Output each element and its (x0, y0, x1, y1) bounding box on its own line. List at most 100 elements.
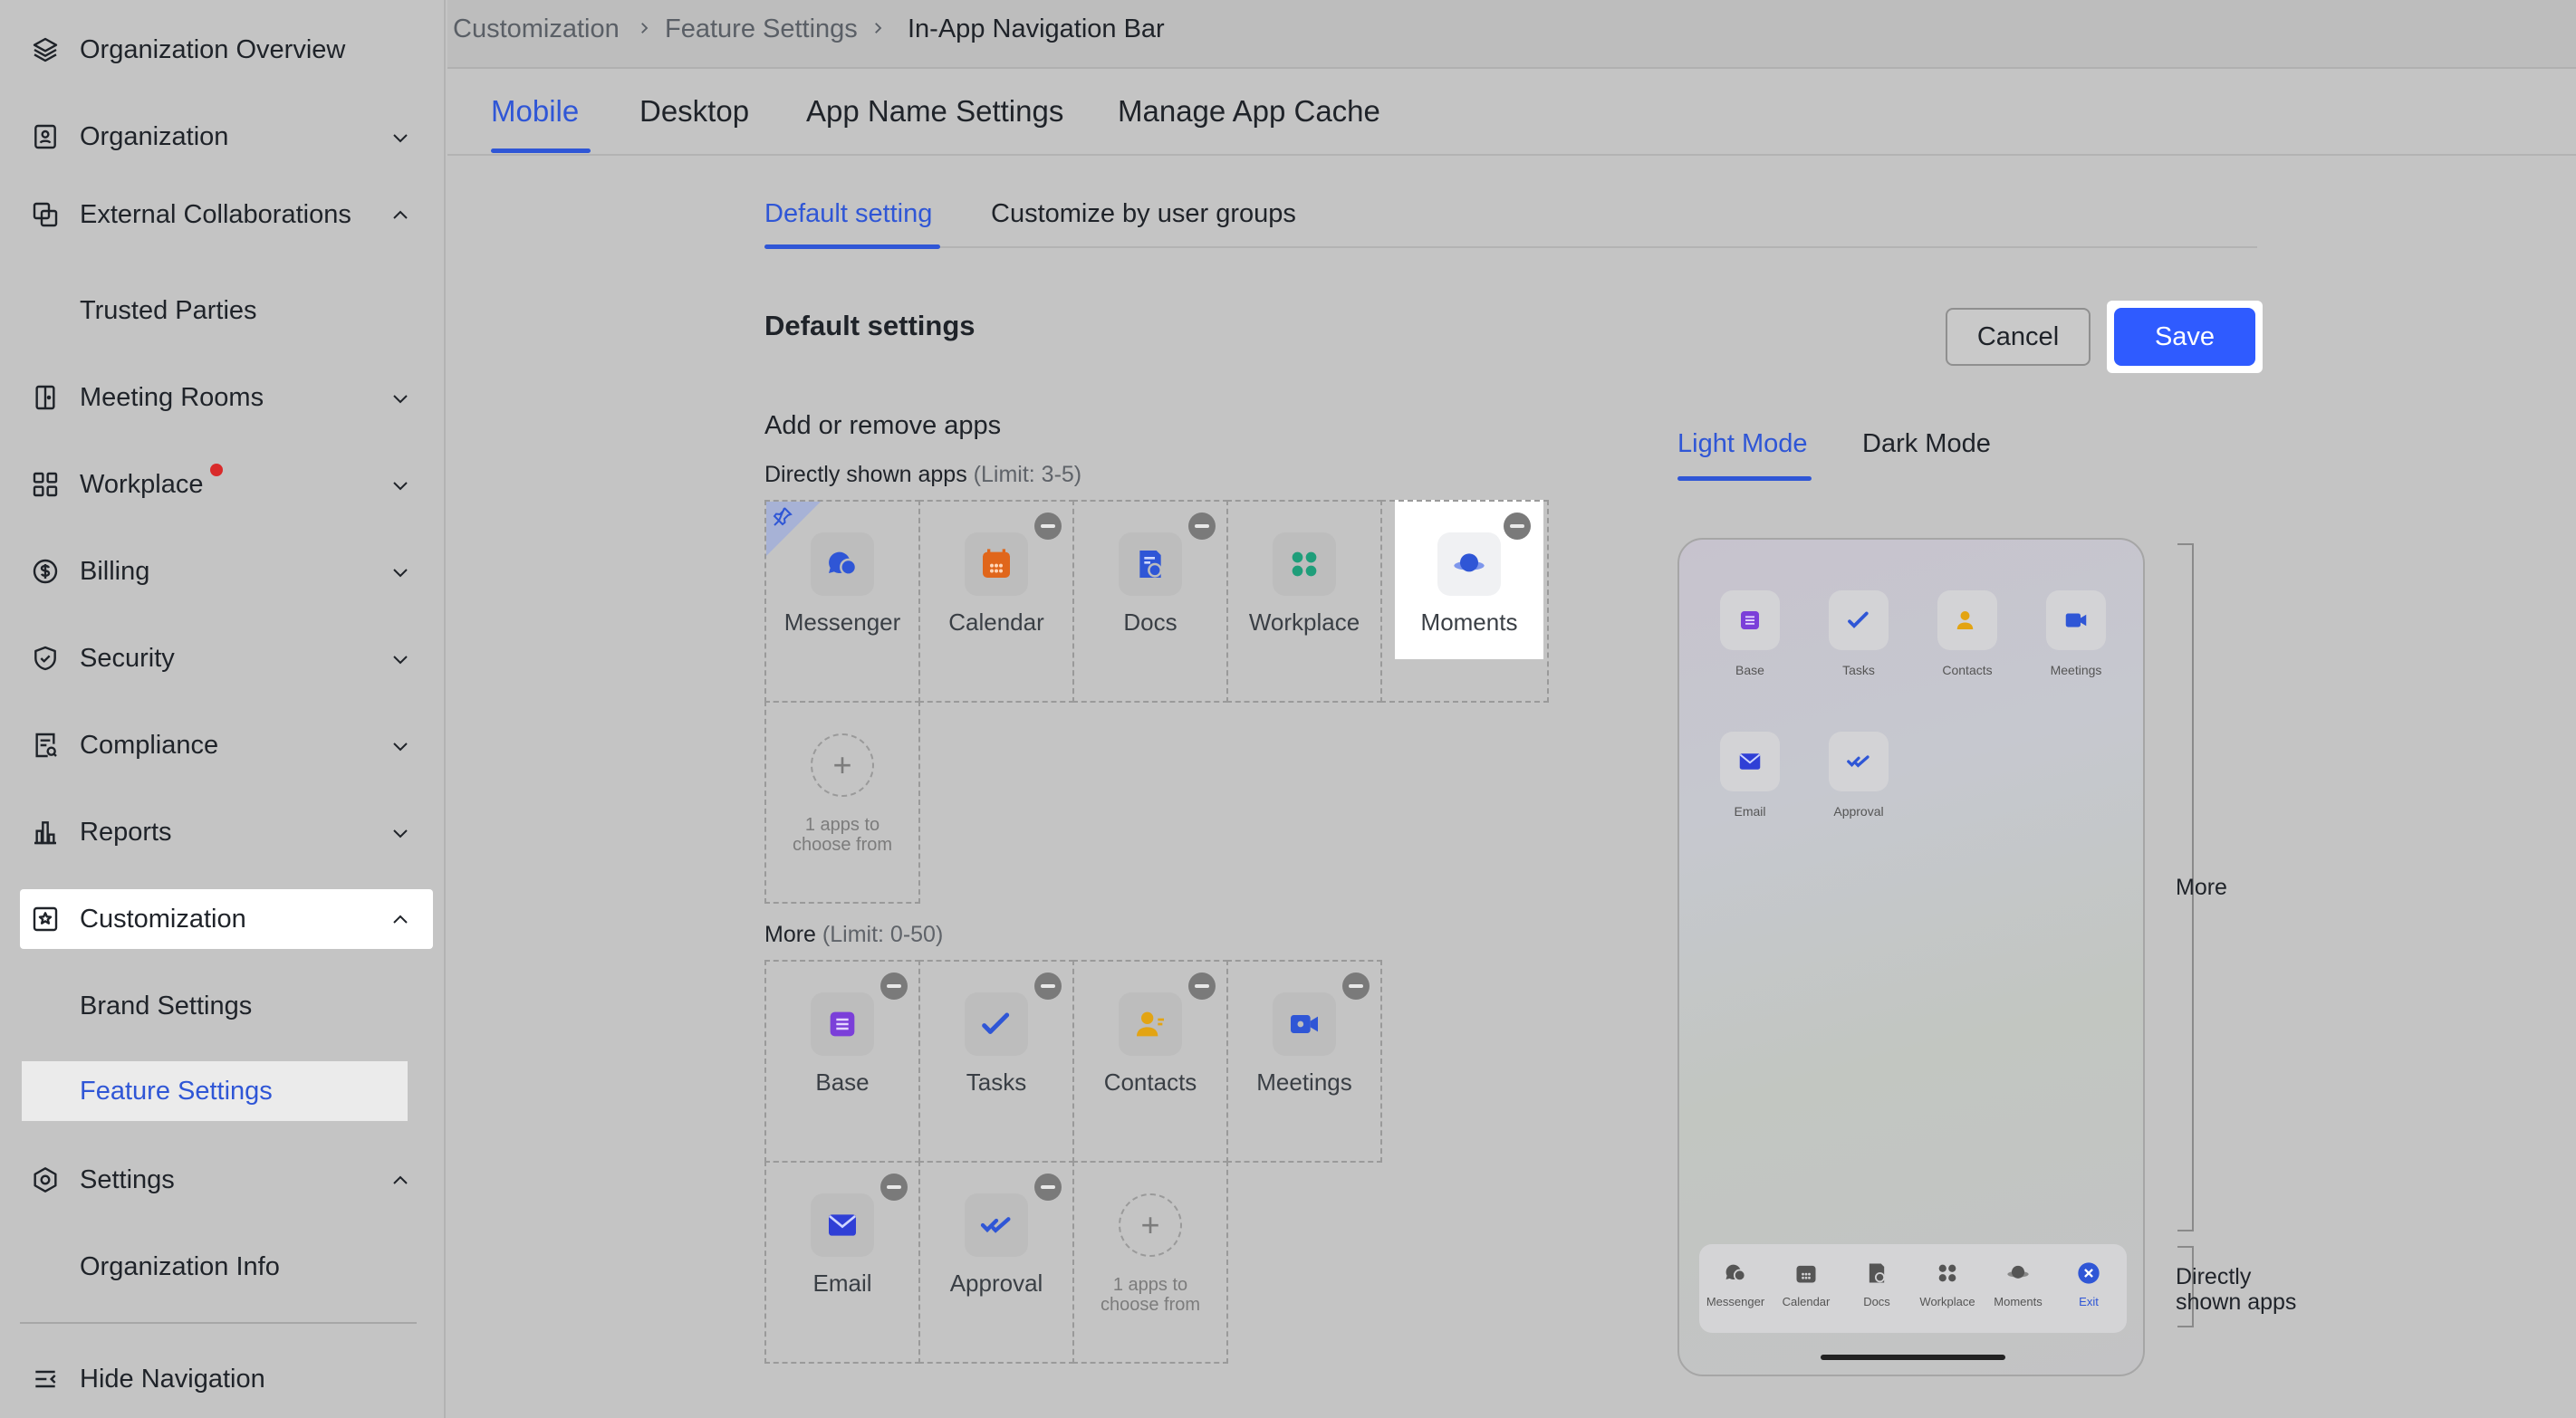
add-app-hint: 1 apps to choose from (1100, 1275, 1201, 1315)
sidebar-item-brand-settings[interactable]: Brand Settings (20, 976, 433, 1036)
preview-tab-label: Docs (1863, 1295, 1890, 1308)
active-sub-tab-indicator (764, 244, 940, 249)
sidebar-item-organization-info[interactable]: Organization Info (20, 1237, 433, 1297)
cancel-button[interactable]: Cancel (1946, 308, 2091, 366)
contacts-icon (1119, 992, 1182, 1056)
tab-mobile[interactable]: Mobile (491, 94, 579, 129)
remove-app-icon[interactable] (880, 1174, 908, 1201)
sidebar-item-reports[interactable]: Reports (20, 802, 433, 862)
base-icon (1720, 590, 1780, 650)
app-name: Docs (1123, 608, 1177, 636)
email-icon (1720, 732, 1780, 791)
sidebar-item-workplace[interactable]: Workplace (20, 455, 433, 514)
preview-tab-moments: Moments (1982, 1259, 2054, 1308)
active-mode-indicator (1677, 476, 1812, 481)
app-tile-email[interactable]: Email (764, 1161, 920, 1364)
remove-app-icon[interactable] (1188, 972, 1216, 1000)
tab-desktop[interactable]: Desktop (639, 94, 749, 129)
app-name: Contacts (1103, 1068, 1197, 1096)
sidebar-divider (20, 1322, 417, 1324)
directly-shown-apps-label: Directly shown apps (Limit: 3-5) (764, 462, 1081, 488)
add-more-app-tile[interactable]: + 1 apps to choose from (1072, 1161, 1228, 1364)
sidebar-item-customization[interactable]: Customization (20, 889, 433, 949)
sidebar-item-label: Feature Settings (80, 1076, 273, 1106)
remove-app-icon[interactable] (1188, 513, 1216, 540)
contacts-icon (1937, 590, 1997, 650)
sidebar-item-security[interactable]: Security (20, 628, 433, 688)
app-tile-base[interactable]: Base (764, 960, 920, 1163)
tab-light-mode[interactable]: Light Mode (1677, 429, 1808, 459)
app-tile-messenger[interactable]: Messenger (764, 500, 920, 703)
sidebar-item-label: External Collaborations (80, 199, 351, 229)
app-tile-workplace[interactable]: Workplace (1226, 500, 1382, 703)
workplace-icon (1933, 1259, 1962, 1288)
sidebar-item-compliance[interactable]: Compliance (20, 715, 433, 775)
app-tile-contacts[interactable]: Contacts (1072, 960, 1228, 1163)
preview-app-name: Email (1734, 804, 1766, 819)
sidebar-item-organization-overview[interactable]: Organization Overview (20, 20, 433, 80)
tab-dark-mode[interactable]: Dark Mode (1862, 429, 1991, 459)
sidebar-item-organization[interactable]: Organization (20, 107, 433, 167)
sidebar-item-label: Customization (80, 904, 246, 934)
directly-shown-annotation: Directly shown apps (2176, 1264, 2297, 1315)
breadcrumb-current: In-App Navigation Bar (908, 14, 1165, 43)
tab-app-name-settings[interactable]: App Name Settings (806, 94, 1063, 129)
add-icon: + (811, 733, 874, 797)
hide-navigation-button[interactable]: Hide Navigation (20, 1349, 433, 1409)
breadcrumb-customization[interactable]: Customization (453, 14, 620, 44)
sidebar-item-label: Organization Info (80, 1251, 280, 1281)
sidebar-item-external-collaborations[interactable]: External Collaborations (20, 185, 433, 244)
add-icon: + (1119, 1193, 1182, 1257)
app-tile-approval[interactable]: Approval (918, 1161, 1074, 1364)
sidebar-item-label: Trusted Parties (80, 295, 257, 325)
workplace-icon (1273, 532, 1336, 596)
app-tile-docs[interactable]: Docs (1072, 500, 1228, 703)
remove-app-icon[interactable] (1034, 1174, 1062, 1201)
tab-manage-app-cache[interactable]: Manage App Cache (1118, 94, 1380, 129)
sidebar-item-feature-settings[interactable]: Feature Settings (22, 1061, 408, 1121)
sidebar-item-meeting-rooms[interactable]: Meeting Rooms (20, 368, 433, 427)
messenger-icon (1721, 1259, 1750, 1288)
calendar-icon (1792, 1259, 1821, 1288)
calendar-icon (965, 532, 1028, 596)
star-frame-icon (29, 903, 62, 935)
video-camera-icon (1273, 992, 1336, 1056)
add-app-hint: 1 apps to choose from (792, 815, 893, 855)
breadcrumb-feature-settings[interactable]: Feature Settings (665, 14, 858, 44)
chevron-down-icon (393, 743, 408, 752)
add-direct-app-tile[interactable]: + 1 apps to choose from (764, 701, 920, 904)
sidebar-item-trusted-parties[interactable]: Trusted Parties (20, 281, 433, 340)
bar-chart-icon (29, 816, 62, 848)
save-button[interactable]: Save (2114, 308, 2255, 366)
sidebar-item-label: Organization (80, 121, 229, 151)
chevron-up-icon (393, 1175, 408, 1184)
home-indicator (1821, 1355, 2005, 1360)
layers-icon (29, 34, 62, 66)
sidebar-item-billing[interactable]: Billing (20, 541, 433, 601)
sidebar-item-settings[interactable]: Settings (20, 1150, 433, 1210)
remove-app-icon[interactable] (1034, 513, 1062, 540)
remove-app-icon[interactable] (880, 972, 908, 1000)
chevron-up-icon (393, 915, 408, 924)
video-camera-icon (2046, 590, 2106, 650)
app-name: Calendar (948, 608, 1044, 636)
preview-tab-messenger: Messenger (1699, 1259, 1772, 1308)
sidebar-item-label: Compliance (80, 730, 219, 760)
app-tile-calendar[interactable]: Calendar (918, 500, 1074, 703)
gear-icon (29, 1164, 62, 1196)
preview-tab-calendar: Calendar (1770, 1259, 1842, 1308)
remove-app-icon[interactable] (1034, 972, 1062, 1000)
app-tile-tasks[interactable]: Tasks (918, 960, 1074, 1163)
preview-tab-label: Messenger (1706, 1295, 1765, 1308)
tasks-icon (1829, 590, 1889, 650)
main-tabs: Mobile Desktop App Name Settings Manage … (447, 71, 2576, 156)
dollar-icon (29, 555, 62, 588)
more-apps-label: More (Limit: 0-50) (764, 922, 943, 948)
remove-app-icon[interactable] (1342, 972, 1370, 1000)
preview-app-contacts: Contacts (1913, 590, 2022, 677)
sidebar-item-label: Meeting Rooms (80, 382, 264, 412)
app-name: Messenger (783, 608, 901, 636)
app-tile-meetings[interactable]: Meetings (1226, 960, 1382, 1163)
tab-default-setting[interactable]: Default setting (764, 199, 932, 229)
tab-customize-by-user-groups[interactable]: Customize by user groups (991, 199, 1296, 229)
